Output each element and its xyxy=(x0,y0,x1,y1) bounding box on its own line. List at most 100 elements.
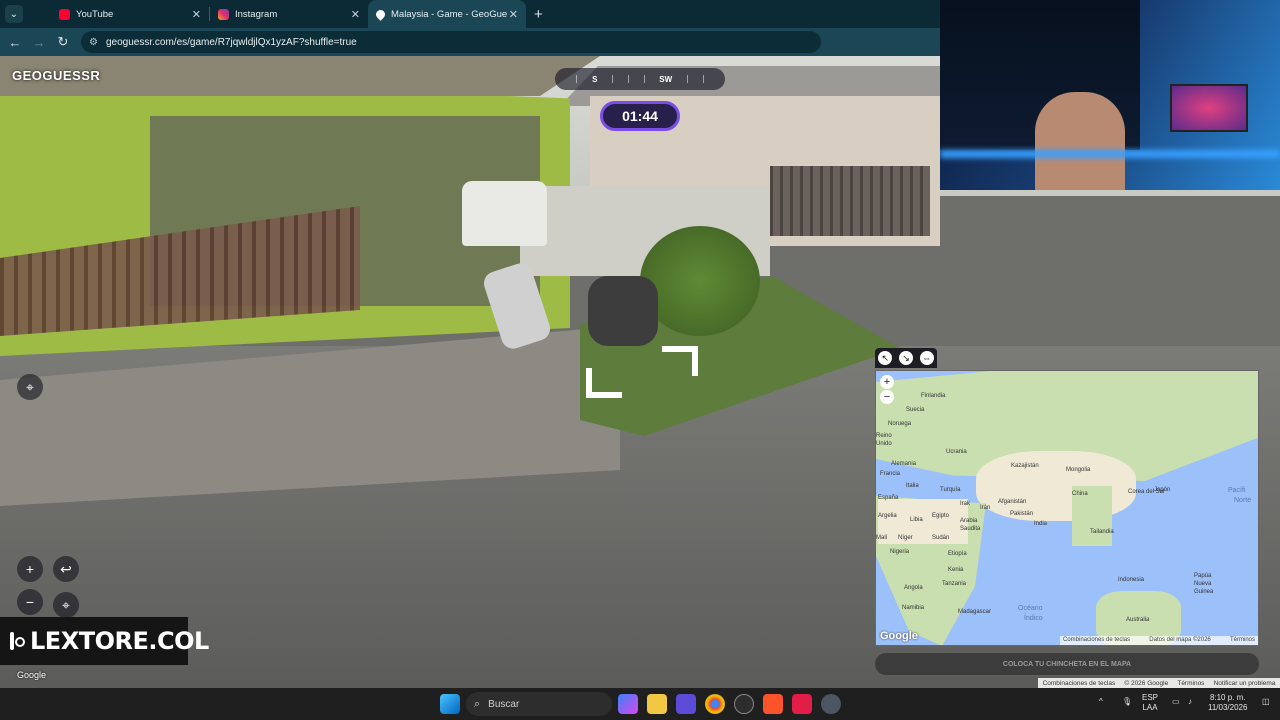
compass-label: SW xyxy=(659,74,673,84)
round-timer: 01:44 xyxy=(600,101,680,131)
chevron-up-icon[interactable]: ^ xyxy=(1099,697,1103,707)
map-zoom-out-button[interactable]: − xyxy=(880,390,894,404)
map-country-label: Kazajistán xyxy=(1011,463,1039,469)
map-country-label: Japón xyxy=(1154,487,1171,493)
chrome-icon[interactable] xyxy=(705,694,725,714)
map-country-label: Tanzania xyxy=(942,581,967,587)
expand-map-icon[interactable]: ↖ xyxy=(878,351,893,365)
fence-right xyxy=(770,166,930,236)
tab-youtube[interactable]: YouTube ✕ xyxy=(51,0,209,28)
pin-map-icon[interactable]: ⇔ xyxy=(919,351,934,365)
map-country-label: China xyxy=(1072,491,1088,497)
terms-link[interactable]: Términos xyxy=(1177,680,1204,687)
language-indicator[interactable]: ESP LAA xyxy=(1142,693,1158,713)
map-country-label: Mongolia xyxy=(1066,467,1091,473)
volume-icon[interactable]: ♪ xyxy=(1188,697,1192,707)
compass-tick xyxy=(643,75,645,83)
compass-tick xyxy=(612,75,614,83)
compass-label: S xyxy=(592,74,598,84)
place-pin-button[interactable]: COLOCA TU CHINCHETA EN EL MAPA xyxy=(875,653,1259,675)
compass-tick xyxy=(686,75,688,83)
url-input[interactable]: ⚙ geoguessr.com/es/game/R7jqwldjlQx1yzAF… xyxy=(81,31,821,53)
map-country-label: Kenia xyxy=(948,567,964,573)
map-data-text: Datos del mapa ©2026 xyxy=(1149,637,1211,643)
geoguessr-pin-icon xyxy=(374,7,387,21)
microphone-icon[interactable]: 🎙 xyxy=(1122,697,1132,707)
copilot-icon[interactable] xyxy=(618,694,638,714)
file-explorer-icon[interactable] xyxy=(647,694,667,714)
taskbar-search[interactable]: ⌕ Buscar xyxy=(466,692,612,716)
guess-map[interactable]: Finlandia Suecia Noruega Reino Unido Ucr… xyxy=(875,370,1259,646)
map-country-label: Saudita xyxy=(960,526,981,532)
map-country-label: Níger xyxy=(898,535,913,541)
tiktok-icon[interactable] xyxy=(792,694,812,714)
close-icon[interactable]: ✕ xyxy=(192,8,201,21)
layout-code: LAA xyxy=(1142,703,1158,712)
close-icon[interactable]: ✕ xyxy=(351,8,360,21)
map-country-label: Noruega xyxy=(888,421,912,427)
streamer-webcam xyxy=(940,0,1280,190)
site-info-icon[interactable]: ⚙ xyxy=(89,37,98,48)
instagram-icon xyxy=(10,632,25,650)
motorcycle xyxy=(588,276,658,346)
clock[interactable]: 8:10 p. m. 11/03/2026 xyxy=(1208,693,1247,713)
tab-geoguessr[interactable]: Malaysia - Game - GeoGue ✕ xyxy=(368,0,526,28)
checkpoint-pin-icon[interactable]: ⌖ xyxy=(53,592,79,618)
map-country-label: Malí xyxy=(876,535,888,541)
tab-instagram[interactable]: Instagram ✕ xyxy=(210,0,368,28)
map-country-label: Sudán xyxy=(932,535,950,541)
map-country-label: Namibia xyxy=(902,605,925,611)
map-country-label: Libia xyxy=(910,517,923,523)
map-country-label: Australia xyxy=(1126,617,1150,623)
map-zoom-controls: + − xyxy=(878,374,896,408)
sahara-region xyxy=(878,499,968,544)
shortcuts-link[interactable]: Combinaciones de teclas xyxy=(1043,680,1116,687)
tab-search-button[interactable]: ⌄ xyxy=(5,5,23,23)
app-icon[interactable] xyxy=(734,694,754,714)
map-country-label: Egipto xyxy=(932,513,950,519)
tab-label: YouTube xyxy=(76,8,114,20)
notification-icon[interactable]: ◫ xyxy=(1262,697,1270,707)
map-country-label: España xyxy=(878,495,899,501)
map-country-label: Unido xyxy=(876,441,892,447)
pinned-tab-whatsapp[interactable] xyxy=(29,0,51,28)
move-arrow-right[interactable] xyxy=(662,346,698,376)
tab-label: Instagram xyxy=(235,8,278,20)
geoguessr-logo[interactable]: GEOGUESSR xyxy=(12,68,100,83)
compass-tick xyxy=(627,75,629,83)
store-icon[interactable] xyxy=(676,694,696,714)
move-arrow-left[interactable] xyxy=(586,368,622,398)
map-terms-link[interactable]: Términos xyxy=(1230,637,1255,644)
back-icon[interactable]: ← xyxy=(3,35,27,50)
language-code: ESP xyxy=(1142,693,1159,702)
forward-icon[interactable]: → xyxy=(27,35,51,50)
map-country-label: Irán xyxy=(980,505,991,511)
map-ocean-label: Norte xyxy=(1234,497,1252,504)
shrink-map-icon[interactable]: ↘ xyxy=(898,351,913,365)
report-problem-link[interactable]: Notificar un problema xyxy=(1214,680,1276,687)
map-zoom-in-button[interactable]: + xyxy=(880,375,894,389)
start-icon[interactable] xyxy=(440,694,460,714)
zoom-out-button[interactable]: − xyxy=(17,589,43,615)
reload-icon[interactable]: ↻ xyxy=(51,34,75,50)
parked-car xyxy=(462,181,547,246)
compass: S SW xyxy=(555,68,725,90)
new-tab-button[interactable]: + xyxy=(534,6,543,23)
map-country-label: Suecia xyxy=(906,407,925,413)
map-country-label: Afganistán xyxy=(998,499,1027,505)
return-to-start-icon[interactable]: ⌖ xyxy=(17,374,43,400)
map-ocean-label: Índico xyxy=(1024,615,1043,622)
undo-move-icon[interactable]: ↩ xyxy=(53,556,79,582)
zoom-in-button[interactable]: + xyxy=(17,556,43,582)
google-logo: Google xyxy=(880,630,918,642)
search-icon: ⌕ xyxy=(474,697,481,710)
map-attribution: Combinaciones de teclas Datos del mapa ©… xyxy=(1060,636,1258,645)
map-shortcuts-link[interactable]: Combinaciones de teclas xyxy=(1063,637,1130,644)
settings-icon[interactable] xyxy=(821,694,841,714)
bush xyxy=(640,226,760,336)
network-icon[interactable]: ▭ xyxy=(1172,697,1180,707)
close-icon[interactable]: ✕ xyxy=(509,8,518,21)
streamer-instagram-overlay: LEXTORE.COL xyxy=(0,617,209,665)
desert-region xyxy=(976,451,1136,521)
brave-icon[interactable] xyxy=(763,694,783,714)
